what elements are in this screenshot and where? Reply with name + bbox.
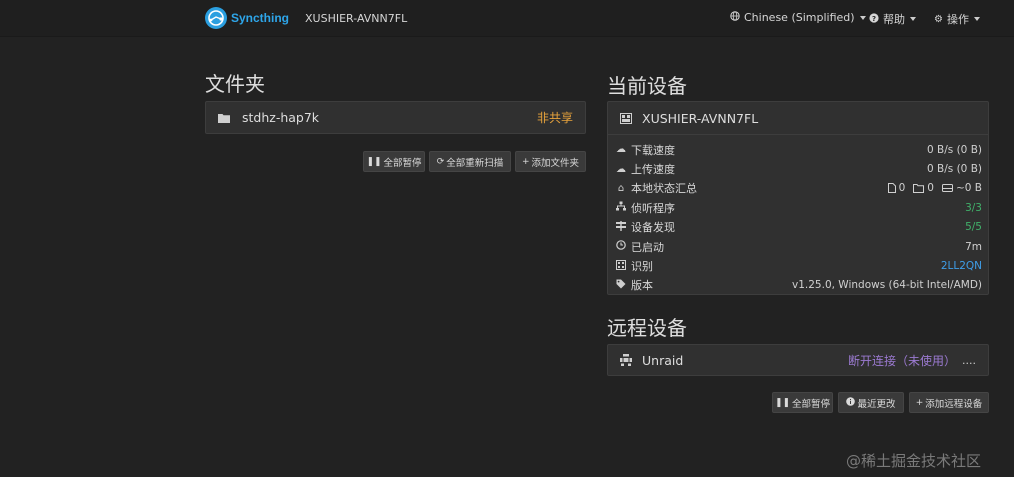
download-rate-row: ☁ 下载速度 0 B/s (0 B) — [615, 140, 982, 159]
actions-label: 操作 — [946, 13, 969, 26]
question-circle-icon: ? — [869, 12, 879, 26]
this-device-header[interactable]: XUSHIER-AVNN7FL — [608, 102, 988, 134]
svg-text:?: ? — [872, 15, 876, 23]
pause-icon: ❚❚ — [774, 397, 791, 408]
tag-icon — [615, 279, 627, 292]
recent-changes-label: 最近更改 — [857, 398, 896, 410]
listeners-label: 侦听程序 — [631, 201, 675, 215]
local-state-row: ⌂ 本地状态汇总 0 0 ~0 B — [615, 179, 982, 198]
language-dropdown[interactable]: Chinese (Simplified) — [730, 11, 866, 24]
upload-rate-row: ☁ 上传速度 0 B/s (0 B) — [615, 159, 982, 178]
uptime-value: 7m — [965, 240, 982, 253]
remote-device-panel[interactable]: Unraid 断开连接（未使用） .... — [607, 344, 989, 376]
chevron-down-icon — [859, 15, 866, 20]
download-rate-value: 0 B/s (0 B) — [927, 143, 982, 156]
local-state-label: 本地状态汇总 — [631, 182, 697, 196]
brand-link[interactable]: Syncthing — [205, 6, 289, 30]
device-id-label: 识别 — [631, 260, 653, 274]
top-navbar: Syncthing XUSHIER-AVNN7FL Chinese (Simpl… — [0, 0, 1014, 37]
local-dirs-count: 0 — [927, 182, 934, 195]
local-files-count: 0 — [898, 182, 906, 195]
remote-device-extra: .... — [962, 353, 976, 367]
cloud-upload-icon: ☁ — [616, 163, 626, 175]
folder-icon — [218, 113, 230, 123]
upload-rate-value: 0 B/s (0 B) — [927, 163, 982, 176]
remote-devices-heading: 远程设备 — [607, 316, 687, 340]
sitemap-icon — [615, 201, 627, 214]
navbar-device-name: XUSHIER-AVNN7FL — [305, 12, 408, 25]
discovery-row: 设备发现 5/5 — [615, 218, 982, 237]
add-folder-button[interactable]: + 添加文件夹 — [515, 151, 586, 172]
folder-panel[interactable]: stdhz-hap7k 非共享 — [205, 101, 586, 134]
device-identicon-icon — [620, 112, 632, 124]
pause-all-folders-button[interactable]: ❚❚ 全部暂停 — [363, 151, 425, 172]
pause-icon: ❚❚ — [366, 156, 382, 167]
clock-icon — [615, 240, 627, 253]
help-dropdown[interactable]: ? 帮助 — [869, 11, 916, 27]
language-label: Chinese (Simplified) — [744, 11, 855, 24]
discovery-value[interactable]: 5/5 — [965, 221, 982, 233]
this-device-name: XUSHIER-AVNN7FL — [642, 110, 759, 126]
refresh-icon: ⟳ — [436, 156, 445, 167]
listeners-value[interactable]: 3/3 — [965, 202, 982, 214]
local-size-value: ~0 B — [955, 182, 982, 195]
this-device-panel: XUSHIER-AVNN7FL ☁ 下载速度 0 B/s (0 B) ☁ 上传速度 … — [607, 101, 989, 295]
device-id-link[interactable]: 2LL2QN — [941, 260, 982, 272]
folders-heading: 文件夹 — [205, 72, 265, 96]
add-remote-device-label: 添加远程设备 — [925, 398, 983, 410]
actions-dropdown[interactable]: ⚙ 操作 — [934, 11, 980, 27]
this-device-details: ☁ 下载速度 0 B/s (0 B) ☁ 上传速度 0 B/s (0 B) ⌂ 本地状… — [608, 134, 988, 299]
globe-icon — [730, 11, 740, 24]
rescan-all-button[interactable]: ⟳ 全部重新扫描 — [429, 151, 511, 172]
this-device-heading: 当前设备 — [607, 74, 687, 98]
listeners-row: 侦听程序 3/3 — [615, 198, 982, 217]
gear-icon: ⚙ — [934, 13, 943, 25]
hdd-icon — [941, 184, 953, 193]
version-value: v1.25.0, Windows (64-bit Intel/AMD) — [792, 279, 982, 292]
uptime-label: 已启动 — [631, 240, 664, 254]
cloud-download-icon: ☁ — [616, 144, 626, 156]
version-row: 版本 v1.25.0, Windows (64-bit Intel/AMD) — [615, 276, 982, 295]
plus-icon: + — [521, 156, 530, 167]
brand-name: Syncthing — [231, 11, 290, 25]
add-folder-label: 添加文件夹 — [531, 157, 580, 169]
syncthing-logo-icon — [205, 7, 227, 29]
folder-status: 非共享 — [536, 111, 573, 125]
info-circle-icon — [846, 396, 856, 409]
pause-all-devices-label: 全部暂停 — [792, 398, 831, 410]
watermark-text: @稀土掘金技术社区 — [846, 452, 982, 470]
folder-outline-icon — [913, 183, 925, 193]
pause-all-label: 全部暂停 — [383, 157, 422, 169]
device-identicon-icon — [620, 354, 632, 366]
remote-device-status: 断开连接（未使用） — [847, 353, 956, 368]
pause-all-devices-button[interactable]: ❚❚ 全部暂停 — [772, 392, 833, 413]
add-remote-device-button[interactable]: + 添加远程设备 — [909, 392, 989, 413]
discovery-label: 设备发现 — [631, 221, 675, 235]
download-rate-label: 下载速度 — [631, 143, 675, 157]
qrcode-icon — [615, 259, 627, 273]
upload-rate-label: 上传速度 — [631, 163, 675, 177]
file-icon — [887, 183, 896, 194]
help-label: 帮助 — [883, 13, 905, 26]
local-state-value: 0 0 ~0 B — [887, 182, 982, 195]
rescan-all-label: 全部重新扫描 — [446, 157, 504, 169]
home-icon: ⌂ — [617, 182, 625, 194]
uptime-row: 已启动 7m — [615, 237, 982, 256]
recent-changes-button[interactable]: 最近更改 — [838, 392, 904, 413]
chevron-down-icon — [910, 17, 916, 21]
folder-name: stdhz-hap7k — [242, 110, 320, 125]
remote-device-name: Unraid — [642, 352, 684, 368]
signpost-icon — [615, 220, 627, 234]
version-label: 版本 — [631, 279, 653, 293]
plus-icon: + — [915, 397, 924, 408]
chevron-down-icon — [973, 17, 980, 21]
device-id-row: 识别 2LL2QN — [615, 256, 982, 275]
